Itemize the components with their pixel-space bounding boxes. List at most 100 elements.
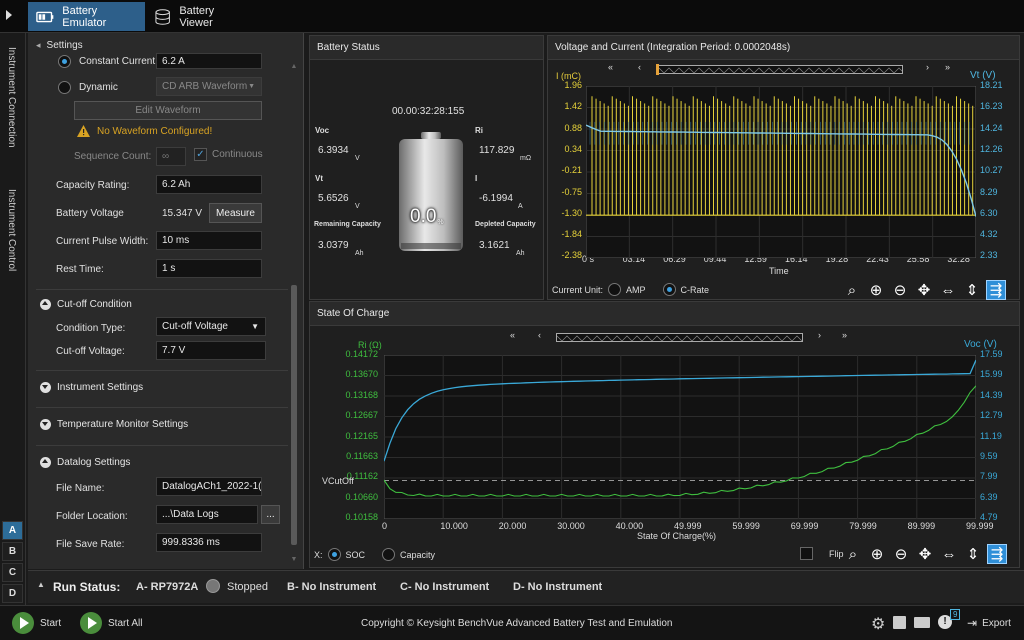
tab-battery-viewer[interactable]: Battery Viewer	[146, 2, 256, 31]
i-unit: A	[518, 203, 523, 210]
axis-tick-label: 1.42	[564, 101, 582, 112]
x-axis-mode-row: X: SOC Capacity	[314, 548, 435, 561]
fit-all-icon[interactable]: ✥	[915, 544, 935, 564]
last-page-icon[interactable]: »	[945, 62, 950, 72]
prev-page-icon[interactable]: ‹	[538, 330, 541, 340]
open-folder-icon[interactable]	[914, 617, 930, 628]
fit-horizontal-icon[interactable]: ⇔	[938, 280, 958, 300]
sequence-count-input[interactable]: ∞	[156, 147, 186, 166]
browse-folder-button[interactable]: ...	[261, 505, 280, 524]
divider	[36, 370, 288, 371]
datalog-section-header[interactable]: Datalog Settings	[40, 457, 130, 468]
first-page-icon[interactable]: «	[510, 330, 515, 340]
measure-button[interactable]: Measure	[209, 203, 262, 223]
rest-time-input[interactable]: 1 s	[156, 259, 262, 278]
export-button[interactable]: ⇥ Export	[967, 616, 1011, 630]
run-status-label: Run Status:	[53, 580, 121, 594]
amp-radio[interactable]	[608, 283, 622, 296]
cutoff-section-header[interactable]: Cut-off Condition	[40, 299, 132, 310]
save-icon[interactable]	[893, 616, 906, 629]
instrument-settings-header[interactable]: Instrument Settings	[40, 382, 143, 393]
channel-c-button[interactable]: C	[2, 563, 23, 582]
range-slider[interactable]	[658, 65, 903, 74]
scroll-thumb[interactable]	[291, 285, 297, 545]
start-all-button[interactable]: Start All	[80, 612, 142, 634]
channel-a-status: A- RP7972A	[136, 581, 199, 593]
collapse-icon	[40, 299, 51, 310]
flip-checkbox[interactable]	[800, 547, 813, 560]
scroll-up-arrow-icon[interactable]: ▲	[290, 63, 298, 70]
last-page-icon[interactable]: »	[842, 330, 847, 340]
prev-page-icon[interactable]: ‹	[638, 62, 641, 72]
settings-panel: ◂ Settings ▲ ▼ Constant Current: 6.2 A D…	[28, 33, 304, 569]
channel-d-button[interactable]: D	[2, 584, 23, 603]
edit-waveform-button[interactable]: Edit Waveform	[74, 101, 262, 120]
expand-arrow-icon[interactable]	[6, 10, 12, 20]
battery-status-title: Battery Status	[310, 36, 543, 60]
run-status-expand-icon[interactable]: ▲	[37, 580, 45, 589]
axis-tick-label: 15.99	[980, 369, 1003, 380]
range-slider-left-handle[interactable]	[656, 64, 659, 75]
scroll-mode-icon[interactable]: ⇶	[986, 280, 1006, 300]
next-page-icon[interactable]: ›	[818, 330, 821, 340]
fit-vertical-icon[interactable]: ⇕	[963, 544, 983, 564]
zoom-out-icon[interactable]: ⊖	[891, 544, 911, 564]
zoom-out-icon[interactable]: ⊖	[890, 280, 910, 300]
condition-type-value: Cut-off Voltage	[162, 321, 228, 332]
folder-location-input[interactable]: ...\Data Logs	[156, 505, 258, 524]
fit-vertical-icon[interactable]: ⇕	[962, 280, 982, 300]
dynamic-radio[interactable]	[58, 81, 71, 94]
file-save-rate-input[interactable]: 999.8336 ms	[156, 533, 262, 552]
zoom-in-icon[interactable]: ⊕	[866, 280, 886, 300]
capacity-rating-input[interactable]: 6.2 Ah	[156, 175, 262, 194]
zoom-box-icon[interactable]: ⌕	[843, 544, 863, 564]
axis-tick-label: 6.39	[980, 491, 998, 502]
file-name-input[interactable]: DatalogACh1_2022-1(	[156, 477, 262, 496]
voltage-current-plot[interactable]	[586, 86, 976, 258]
settings-gear-icon[interactable]: ⚙	[871, 614, 885, 634]
state-of-charge-plot[interactable]	[384, 355, 976, 519]
soc-navigator[interactable]: « ‹ › »	[510, 330, 855, 344]
capacity-radio[interactable]	[382, 548, 396, 561]
next-page-icon[interactable]: ›	[926, 62, 929, 72]
constant-current-input[interactable]: 6.2 A	[156, 53, 262, 69]
tab-battery-emulator[interactable]: Battery Emulator	[28, 2, 145, 31]
fit-horizontal-icon[interactable]: ⇔	[939, 544, 959, 564]
zoom-in-icon[interactable]: ⊕	[867, 544, 887, 564]
time-navigator[interactable]: « ‹ › »	[608, 62, 953, 76]
scrollbar[interactable]: ▲ ▼	[290, 63, 298, 563]
cutoff-voltage-input[interactable]: 7.7 V	[156, 341, 266, 360]
fit-all-icon[interactable]: ✥	[914, 280, 934, 300]
condition-type-select[interactable]: Cut-off Voltage ▼	[156, 317, 266, 336]
side-tab-instrument-control[interactable]: Instrument Control	[6, 189, 17, 271]
axis-tick-label: 0.13168	[345, 389, 378, 400]
side-tab-instrument-connection[interactable]: Instrument Connection	[6, 47, 17, 148]
axis-tick-label: 11.19	[980, 430, 1002, 441]
axis-tick-label: 6.30	[980, 207, 998, 218]
soc-radio[interactable]	[327, 548, 341, 561]
zoom-box-icon[interactable]: ⌕	[842, 280, 862, 300]
top-bar: Battery Emulator Battery Viewer	[0, 0, 1024, 33]
scroll-down-arrow-icon[interactable]: ▼	[290, 556, 298, 563]
alert-count-badge: 9	[950, 609, 961, 620]
axis-tick-label: 30.000	[557, 521, 585, 531]
continuous-checkbox[interactable]: ✓	[194, 148, 207, 161]
vcutoff-text: VCutOff	[322, 476, 354, 486]
dynamic-waveform-select[interactable]: CD ARB Waveform ▼	[156, 77, 262, 96]
start-button[interactable]: Start	[12, 612, 61, 634]
run-status-bar: ▲ Run Status: A- RP7972A Stopped B- No I…	[28, 570, 1024, 603]
temperature-settings-header[interactable]: Temperature Monitor Settings	[40, 419, 188, 430]
pulse-width-input[interactable]: 10 ms	[156, 231, 262, 250]
channel-b-button[interactable]: B	[2, 542, 23, 561]
channel-a-button[interactable]: A	[2, 521, 23, 540]
range-slider[interactable]	[556, 333, 803, 342]
scroll-mode-icon[interactable]: ⇶	[987, 544, 1007, 564]
settings-header[interactable]: ◂ Settings	[36, 40, 83, 51]
amp-label: AMP	[626, 284, 646, 295]
rest-time-label: Rest Time:	[56, 264, 104, 275]
c-rate-radio[interactable]	[662, 283, 676, 296]
soc-axis-title: State Of Charge(%)	[637, 531, 717, 541]
constant-current-radio[interactable]	[58, 55, 71, 68]
first-page-icon[interactable]: «	[608, 62, 613, 72]
voc-unit: V	[355, 155, 360, 162]
